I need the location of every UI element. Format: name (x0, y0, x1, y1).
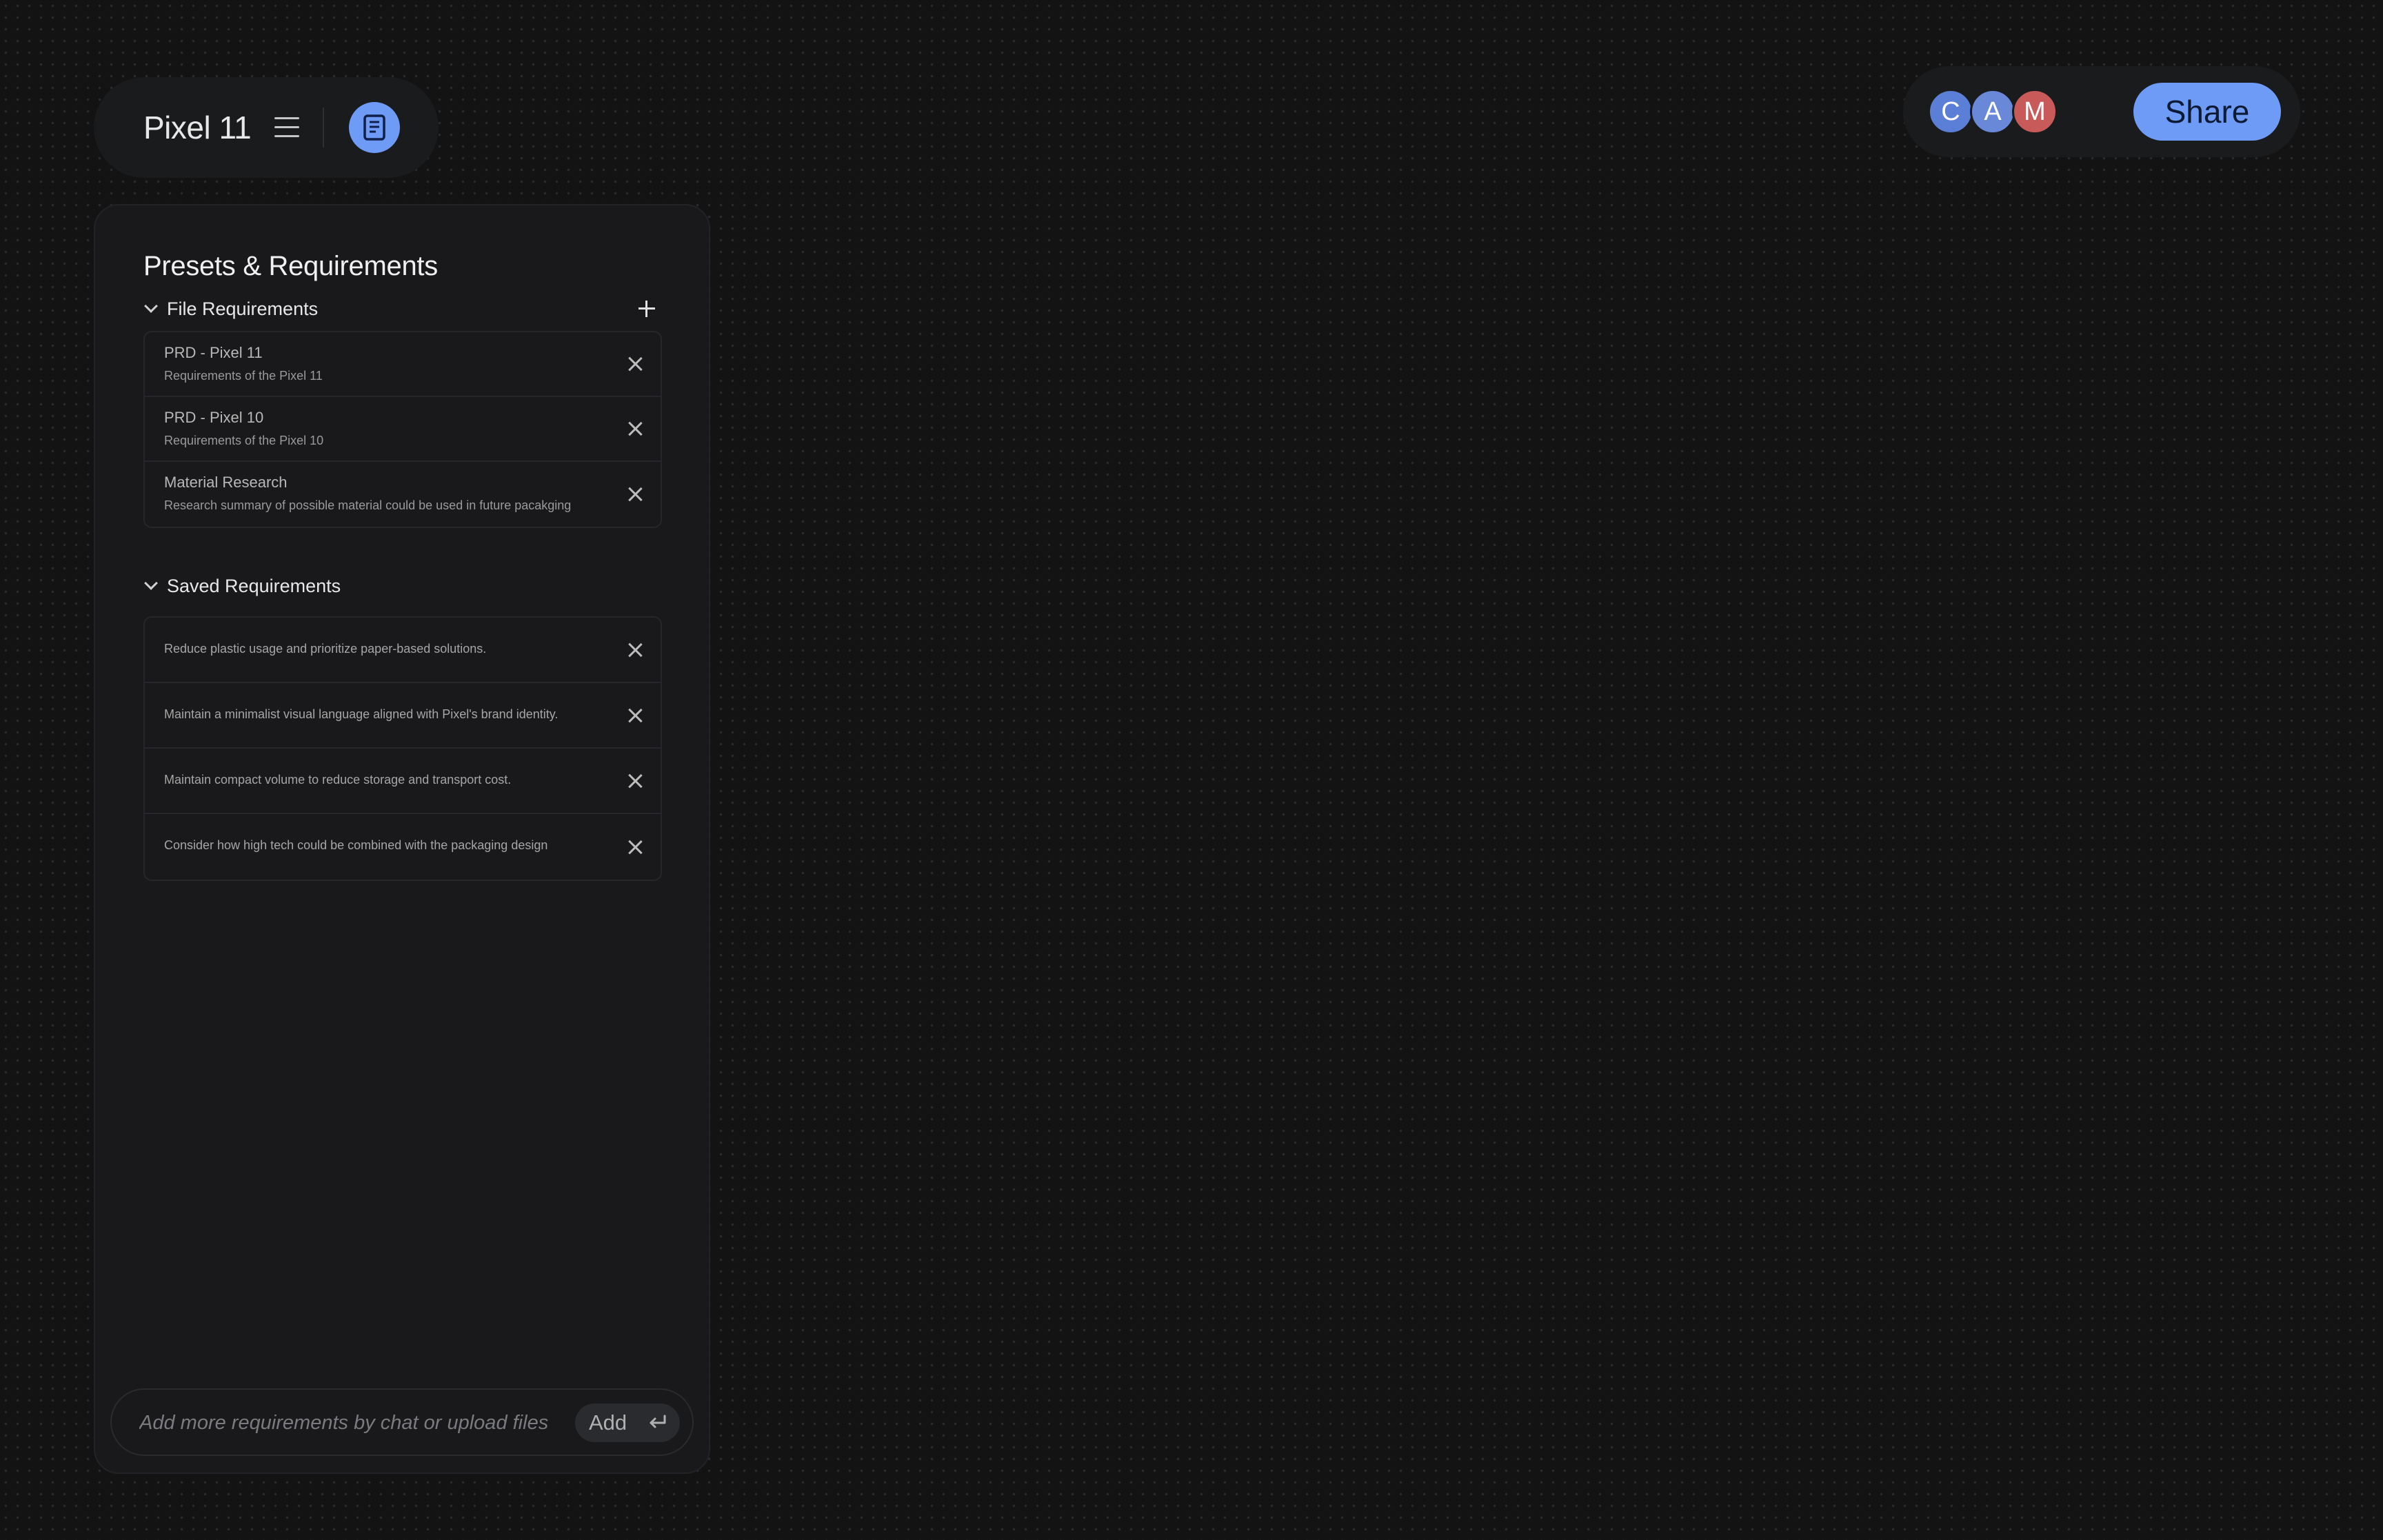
chat-bar: Add (110, 1388, 694, 1456)
requirement-text: Reduce plastic usage and prioritize pape… (164, 642, 487, 656)
list-item[interactable]: Maintain a minimalist visual language al… (145, 683, 661, 749)
requirements-chat-input[interactable] (139, 1404, 560, 1442)
close-icon[interactable] (627, 642, 643, 658)
close-icon[interactable] (627, 773, 643, 789)
close-icon[interactable] (627, 840, 643, 855)
avatar[interactable]: A (1970, 89, 2015, 134)
list-item[interactable]: Maintain compact volume to reduce storag… (145, 749, 661, 814)
avatar-initial: C (1941, 97, 1960, 126)
file-subtitle: Requirements of the Pixel 10 (164, 434, 324, 447)
file-requirements-header[interactable]: File Requirements (143, 295, 662, 323)
list-item[interactable]: Consider how high tech could be combined… (145, 814, 661, 880)
requirement-text: Maintain a minimalist visual language al… (164, 707, 559, 721)
document-icon (363, 114, 385, 141)
requirements-panel: Presets & Requirements File Requirements… (94, 204, 710, 1474)
file-title: PRD - Pixel 10 (164, 409, 264, 426)
chevron-down-icon (144, 299, 158, 313)
plus-icon[interactable] (637, 299, 656, 318)
list-item[interactable]: Reduce plastic usage and prioritize pape… (145, 618, 661, 683)
list-item[interactable]: PRD - Pixel 10 Requirements of the Pixel… (145, 397, 661, 462)
share-button[interactable]: Share (2133, 83, 2281, 141)
avatar-initial: A (1984, 97, 2002, 126)
saved-requirements-list: Reduce plastic usage and prioritize pape… (143, 616, 662, 881)
app-header: Pixel 11 (94, 77, 439, 178)
requirement-text: Consider how high tech could be combined… (164, 838, 548, 852)
list-item[interactable]: Material Research Research summary of po… (145, 462, 661, 527)
avatar-initial: M (2024, 97, 2046, 126)
list-item[interactable]: PRD - Pixel 11 Requirements of the Pixel… (145, 332, 661, 397)
avatar[interactable]: C (1928, 89, 1973, 134)
file-title: Material Research (164, 474, 288, 491)
document-button[interactable] (349, 102, 401, 153)
close-icon[interactable] (627, 487, 643, 502)
enter-icon (650, 1415, 666, 1428)
panel-title: Presets & Requirements (143, 251, 438, 281)
hamburger-menu-icon[interactable] (274, 116, 300, 139)
close-icon[interactable] (627, 421, 643, 436)
add-button[interactable]: Add (575, 1404, 680, 1442)
avatar[interactable]: M (2012, 89, 2058, 134)
requirement-text: Maintain compact volume to reduce storag… (164, 773, 512, 787)
close-icon[interactable] (627, 356, 643, 372)
chevron-down-icon (144, 576, 158, 590)
file-title: PRD - Pixel 11 (164, 344, 263, 361)
add-label: Add (589, 1410, 627, 1435)
file-subtitle: Requirements of the Pixel 11 (164, 369, 323, 383)
file-subtitle: Research summary of possible material co… (164, 498, 572, 512)
section-label: Saved Requirements (167, 575, 341, 596)
collaboration-bar: C A M Share (1903, 66, 2300, 157)
close-icon[interactable] (627, 708, 643, 723)
section-label: File Requirements (167, 298, 319, 319)
project-title: Pixel 11 (143, 110, 252, 145)
file-requirements-list: PRD - Pixel 11 Requirements of the Pixel… (143, 331, 662, 528)
saved-requirements-header[interactable]: Saved Requirements (143, 572, 662, 600)
header-divider (323, 108, 325, 148)
